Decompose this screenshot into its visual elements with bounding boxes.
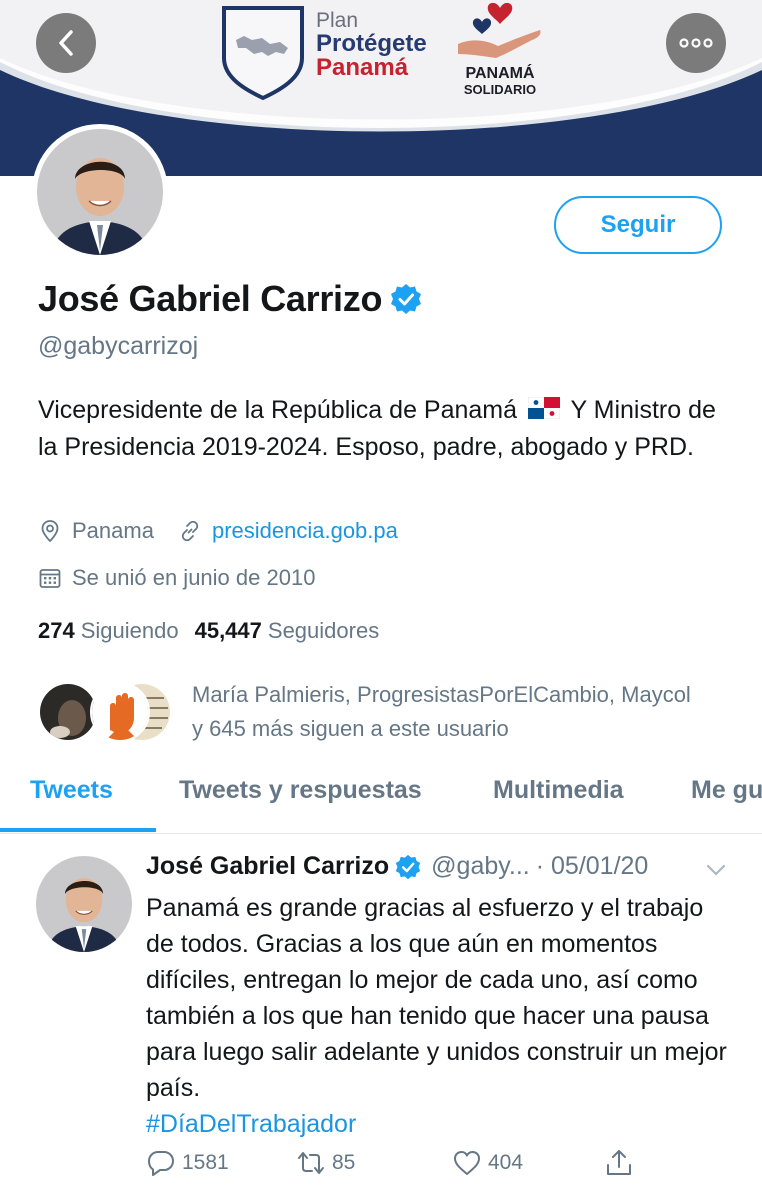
tweet-header: José Gabriel Carrizo @gaby... · 05/01/20: [146, 852, 736, 881]
following-count: 274: [38, 618, 75, 643]
tweet-actions: 1581 85 404: [146, 1148, 746, 1188]
tweet-author-avatar[interactable]: [36, 856, 132, 952]
followers-count: 45,447: [194, 618, 262, 643]
follower-avatar: [90, 682, 150, 742]
solidario-line2: SOLIDARIO: [463, 81, 537, 97]
chevron-down-icon[interactable]: [704, 862, 728, 878]
like-button[interactable]: 404: [452, 1148, 523, 1178]
plan-protegete-wordmark: Plan Protégete Panamá: [316, 10, 427, 80]
follow-button[interactable]: Seguir: [554, 196, 722, 254]
tab-media[interactable]: Multimedia: [493, 776, 624, 805]
share-button[interactable]: [604, 1148, 640, 1178]
profile-website-link[interactable]: presidencia.gob.pa: [212, 518, 398, 544]
tweet-hashtag[interactable]: #DíaDelTrabajador: [146, 1110, 356, 1138]
panama-flag-icon: [527, 397, 560, 419]
following-stat[interactable]: 274 Siguiendo: [38, 618, 179, 644]
tweet-author-name[interactable]: José Gabriel Carrizo: [146, 852, 389, 881]
follow-stats: 274 Siguiendo 45,447 Seguidores: [38, 618, 379, 644]
tab-likes[interactable]: Me gu: [691, 776, 762, 805]
heart-icon: [454, 1151, 480, 1175]
plan-word: Plan: [316, 9, 359, 32]
active-tab-indicator: [0, 828, 156, 832]
known-followers-avatars: [38, 674, 178, 744]
display-name: José Gabriel Carrizo: [38, 278, 383, 319]
profile-handle: @gabycarrizoj: [38, 332, 199, 360]
more-horizontal-icon: [679, 38, 713, 48]
retweet-icon: [298, 1152, 324, 1174]
avatar-portrait-image: [37, 129, 163, 255]
plan-protegete-word: Protégete: [316, 30, 427, 57]
reply-count: 1581: [182, 1151, 229, 1174]
tweet-author-handle: @gaby...: [431, 852, 530, 880]
following-label: Siguiendo: [80, 618, 179, 643]
plan-protegete-shield-logo: [222, 6, 304, 100]
chevron-left-icon: [59, 30, 73, 56]
profile-location: Panama: [72, 518, 154, 543]
profile-meta-joined: Se unió en junio de 2010: [38, 565, 315, 591]
profile-joined-date: Se unió en junio de 2010: [72, 565, 316, 590]
display-name-row: José Gabriel Carrizo: [38, 278, 422, 320]
reply-button[interactable]: 1581: [146, 1148, 229, 1178]
known-followers-text: María Palmieris, ProgresistasPorElCambio…: [192, 682, 691, 741]
tab-tweets[interactable]: Tweets: [30, 776, 113, 805]
followers-stat[interactable]: 45,447 Seguidores: [195, 618, 380, 644]
profile-avatar[interactable]: [32, 124, 168, 260]
verified-badge-icon: [395, 854, 421, 879]
more-options-button[interactable]: [666, 13, 726, 73]
location-pin-icon: [41, 520, 59, 543]
profile-bio: Vicepresidente de la República de Panamá…: [38, 392, 738, 466]
hands-hearts-logo: [458, 2, 541, 58]
retweet-count: 85: [332, 1151, 356, 1174]
solidario-line1: PANAMÁ: [465, 65, 535, 82]
like-count: 404: [488, 1151, 524, 1174]
profile-tabs: Tweets Tweets y respuestas Multimedia Me…: [0, 762, 762, 834]
followers-label: Seguidores: [267, 618, 380, 643]
calendar-icon: [39, 569, 61, 588]
tab-tweets-replies[interactable]: Tweets y respuestas: [179, 776, 422, 805]
tweet-text[interactable]: Panamá es grande gracias al esfuerzo y e…: [146, 890, 736, 1142]
share-icon: [607, 1150, 631, 1175]
profile-avatar-photo: [37, 129, 163, 255]
followers-you-know[interactable]: María Palmieris, ProgresistasPorElCambio…: [38, 674, 692, 746]
follower-avatar: [38, 682, 98, 742]
link-icon: [181, 520, 199, 542]
retweet-button[interactable]: 85: [296, 1148, 355, 1178]
tweet-date[interactable]: · 05/01/20: [536, 852, 649, 881]
back-button[interactable]: [36, 13, 96, 73]
bio-text-part1: Vicepresidente de la República de Panamá: [38, 396, 518, 424]
verified-badge-icon: [391, 284, 422, 314]
profile-meta-location-website: Panama presidencia.gob.pa: [38, 518, 398, 544]
tweet-body: Panamá es grande gracias al esfuerzo y e…: [146, 894, 727, 1102]
tweet-avatar-image: [36, 856, 132, 952]
panama-solidario-wordmark: PANAMÁ SOLIDARIO: [448, 65, 552, 97]
reply-icon: [148, 1151, 174, 1176]
plan-panama-word: Panamá: [316, 54, 409, 81]
